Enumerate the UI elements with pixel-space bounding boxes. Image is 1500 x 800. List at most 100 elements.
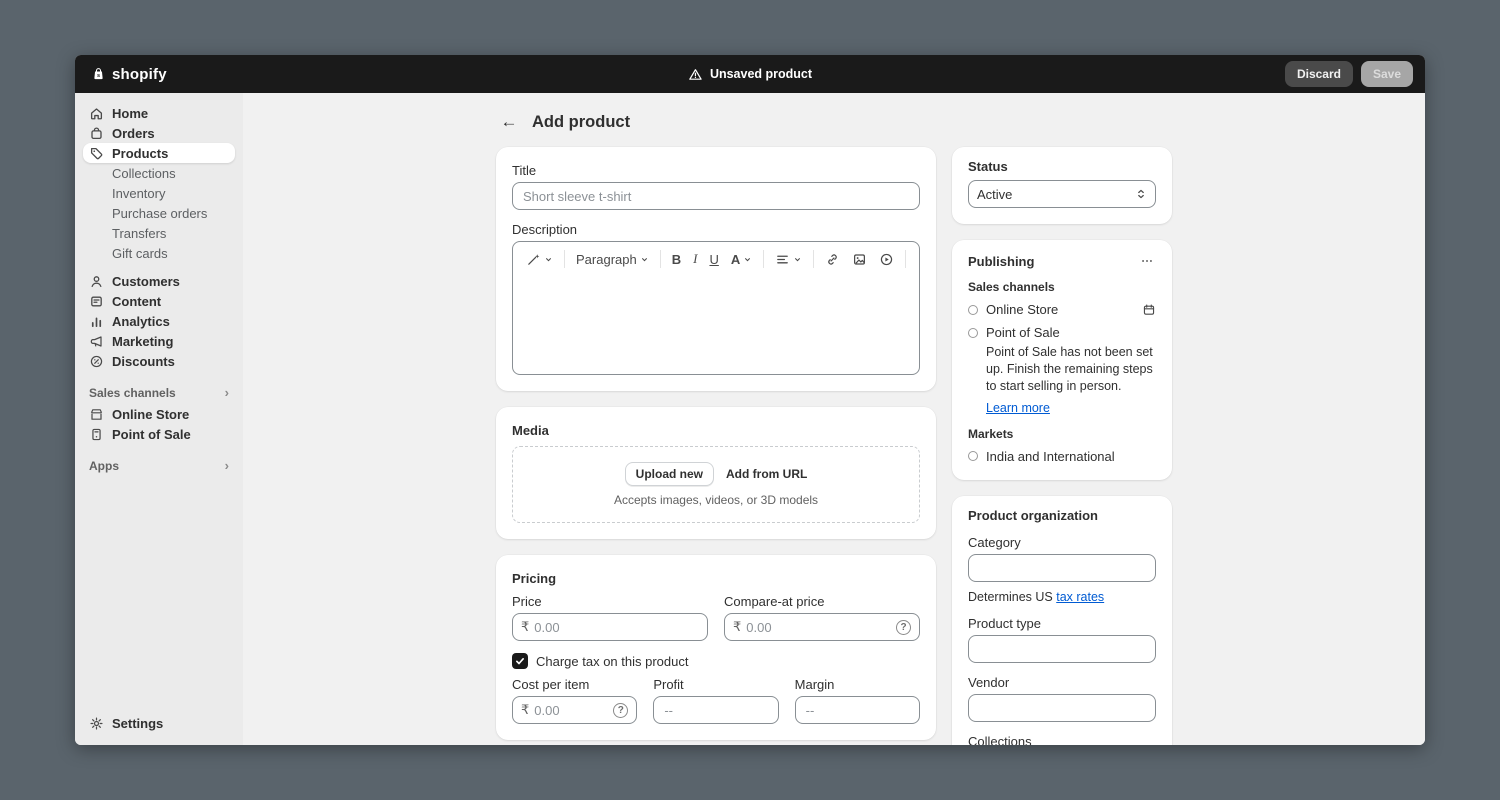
publishing-menu-button[interactable]: [1138, 252, 1156, 270]
vendor-label: Vendor: [968, 674, 1010, 690]
point-of-sale-icon: [92, 428, 101, 440]
channel-bullet-icon: [968, 304, 978, 315]
status-card: Status Active: [952, 147, 1172, 224]
svg-text:s: s: [97, 73, 100, 79]
unsaved-product-status: Unsaved product: [688, 67, 812, 82]
italic-button[interactable]: I: [688, 247, 702, 271]
chevron-down-icon: [795, 257, 801, 261]
help-icon[interactable]: ?: [896, 619, 911, 635]
margin-input[interactable]: [794, 696, 920, 724]
shopify-bag-icon: s: [94, 67, 103, 79]
more-dots-icon: [917, 252, 920, 267]
upload-new-button[interactable]: Upload new: [624, 462, 714, 486]
market-row: India and International: [968, 449, 1156, 464]
bold-button[interactable]: B: [667, 247, 686, 271]
main-content: ← Add product Title Description: [243, 93, 1425, 745]
tax-rates-link[interactable]: tax rates: [1056, 590, 1104, 604]
title-description-card: Title Description: [496, 147, 936, 391]
channel-row-online-store: Online Store: [968, 302, 1156, 317]
sidebar: Home Orders Products Collections Invento…: [75, 93, 243, 745]
sidebar-item-discounts[interactable]: Discounts: [83, 351, 235, 371]
price-input[interactable]: [534, 619, 699, 635]
online-store-icon: [90, 408, 103, 420]
alignment-button[interactable]: [770, 247, 807, 271]
sidebar-item-analytics[interactable]: Analytics: [83, 311, 235, 331]
sidebar-label: Discounts: [112, 353, 175, 369]
sales-channels-section-header[interactable]: Sales channels ›: [83, 385, 235, 400]
learn-more-link[interactable]: Learn more: [986, 401, 1050, 415]
save-button[interactable]: Save: [1360, 61, 1413, 87]
magic-text-button[interactable]: [521, 247, 558, 271]
page-title: Add product: [532, 112, 631, 131]
cost-per-item-input[interactable]: [534, 702, 609, 718]
insert-video-button[interactable]: [874, 247, 899, 271]
pos-setup-note: Point of Sale has not been set up. Finis…: [986, 345, 1153, 393]
add-from-url-button[interactable]: Add from URL: [726, 467, 807, 481]
category-input[interactable]: [968, 553, 1156, 582]
discard-button[interactable]: Discard: [1284, 61, 1353, 87]
sidebar-item-collections[interactable]: Collections: [83, 163, 235, 183]
margin-label: Margin: [794, 677, 835, 692]
sidebar-label: Orders: [112, 125, 155, 141]
media-dropzone[interactable]: Upload new Add from URL Accepts images, …: [512, 446, 920, 523]
title-input[interactable]: [512, 182, 920, 210]
more-formatting-button[interactable]: [912, 247, 920, 271]
apps-section-header[interactable]: Apps ›: [83, 458, 235, 473]
paragraph-style-dropdown[interactable]: Paragraph: [571, 247, 654, 271]
description-editor: Paragraph B I U A: [512, 241, 920, 375]
sidebar-label: Settings: [112, 715, 164, 731]
more-dots-icon: [1142, 260, 1152, 262]
sidebar-item-transfers[interactable]: Transfers: [83, 223, 235, 243]
compare-at-price-input[interactable]: [746, 619, 891, 635]
status-select[interactable]: Active: [968, 180, 1156, 208]
sidebar-item-products[interactable]: Products: [83, 143, 235, 163]
charge-tax-checkbox[interactable]: [512, 653, 528, 669]
insert-image-button[interactable]: [847, 247, 872, 271]
home-icon: [90, 107, 103, 119]
channel-label: Point of Sale: [986, 325, 1060, 340]
select-chevrons-icon: [1138, 189, 1144, 199]
description-textarea[interactable]: [513, 276, 919, 374]
insert-link-button[interactable]: [820, 247, 845, 271]
schedule-publish-button[interactable]: [1142, 303, 1156, 317]
help-icon[interactable]: ?: [613, 702, 629, 718]
profit-input[interactable]: [653, 696, 779, 724]
sidebar-item-inventory[interactable]: Inventory: [83, 183, 235, 203]
sidebar-item-content[interactable]: Content: [83, 291, 235, 311]
sidebar-item-settings[interactable]: Settings: [83, 713, 235, 733]
sidebar-label: Analytics: [112, 313, 170, 329]
toolbar-divider: [564, 250, 565, 268]
channel-bullet-icon: [968, 327, 978, 338]
topbar: s shopify Unsaved product Discard Save: [75, 55, 1425, 93]
text-color-button[interactable]: A: [726, 247, 757, 271]
image-icon: [854, 253, 866, 265]
sidebar-item-point-of-sale[interactable]: Point of Sale: [83, 424, 235, 444]
toolbar-divider: [905, 250, 907, 268]
back-button[interactable]: ←: [496, 109, 522, 135]
link-icon: [828, 253, 837, 265]
sidebar-item-marketing[interactable]: Marketing: [83, 331, 235, 351]
chevron-right-icon: ›: [224, 458, 229, 473]
sidebar-item-online-store[interactable]: Online Store: [83, 404, 235, 424]
currency-prefix: ₹: [521, 702, 530, 717]
vendor-input[interactable]: [968, 693, 1156, 722]
magic-wand-icon: [528, 253, 540, 265]
sidebar-label: Purchase orders: [112, 205, 208, 221]
channel-label: Online Store: [986, 302, 1059, 317]
warning-icon: [689, 68, 702, 80]
sidebar-item-gift-cards[interactable]: Gift cards: [83, 243, 235, 263]
charge-tax-checkbox-row[interactable]: Charge tax on this product: [512, 653, 920, 669]
sidebar-item-purchase-orders[interactable]: Purchase orders: [83, 203, 235, 223]
sidebar-item-orders[interactable]: Orders: [83, 123, 235, 143]
video-icon: [881, 253, 893, 265]
pricing-heading: Pricing: [512, 571, 557, 586]
underline-button[interactable]: U: [704, 247, 723, 271]
sidebar-label: Products: [112, 145, 169, 161]
sidebar-item-customers[interactable]: Customers: [83, 271, 235, 291]
media-hint: Accepts images, videos, or 3D models: [613, 493, 819, 507]
chevron-down-icon: [641, 257, 647, 261]
product-type-input[interactable]: [968, 634, 1156, 663]
chevron-down-icon: [546, 257, 551, 261]
sidebar-item-home[interactable]: Home: [83, 103, 235, 123]
toolbar-divider: [813, 250, 815, 268]
